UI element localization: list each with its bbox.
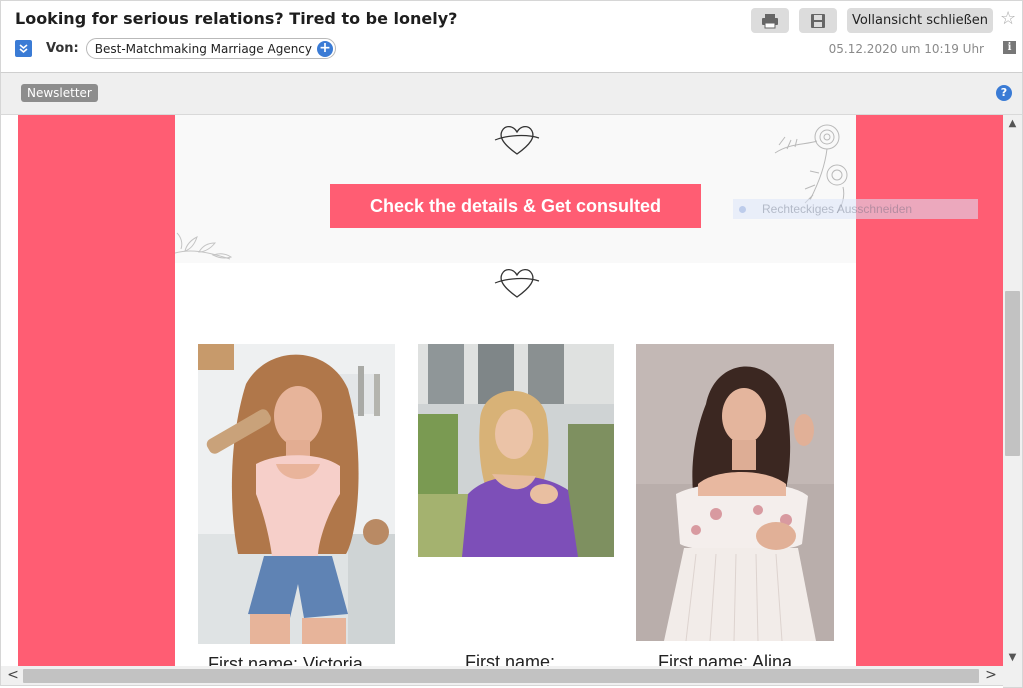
- star-outline-icon[interactable]: ☆: [1000, 9, 1016, 29]
- newsletter-body: Check the details & Get consulted First …: [175, 115, 856, 666]
- print-button[interactable]: [751, 8, 789, 33]
- email-content-viewport: Check the details & Get consulted First …: [0, 115, 1003, 666]
- sender-row: Von: Best-Matchmaking Marriage Agency +: [15, 38, 337, 59]
- vertical-scrollbar[interactable]: ▲ ▼: [1003, 115, 1023, 666]
- profile-photo[interactable]: [418, 344, 614, 557]
- sender-chip[interactable]: Best-Matchmaking Marriage Agency +: [85, 38, 337, 59]
- info-icon[interactable]: i: [1003, 41, 1016, 54]
- help-circle-icon[interactable]: ?: [996, 85, 1012, 101]
- tooltip-dot-icon: [739, 205, 746, 213]
- newsletter-tag[interactable]: Newsletter: [21, 84, 98, 102]
- cta-button[interactable]: Check the details & Get consulted: [330, 184, 701, 228]
- profile-photo[interactable]: [636, 344, 834, 641]
- save-button[interactable]: [799, 8, 837, 33]
- heart-icon: [494, 125, 540, 155]
- right-pink-border: [856, 115, 1003, 666]
- floppy-disk-icon: [811, 13, 825, 28]
- heart-icon: [494, 268, 540, 298]
- horizontal-scroll-thumb[interactable]: [23, 669, 979, 683]
- scroll-down-arrow-icon[interactable]: ▼: [1003, 649, 1022, 666]
- scroll-left-arrow-icon[interactable]: <: [5, 667, 21, 684]
- scroll-up-arrow-icon[interactable]: ▲: [1003, 115, 1022, 132]
- overlay-tooltip: Rechteckiges Ausschneiden: [733, 199, 978, 219]
- printer-icon: [762, 13, 778, 28]
- horizontal-scrollbar[interactable]: < >: [0, 666, 1003, 686]
- leaf-decoration-icon: [175, 232, 233, 260]
- overlay-tooltip-text: Rechteckiges Ausschneiden: [762, 202, 913, 216]
- header-banner-section: Check the details & Get consulted: [175, 115, 856, 263]
- scrollbar-corner: [1003, 666, 1023, 688]
- scroll-right-arrow-icon[interactable]: >: [983, 667, 999, 684]
- profile-name: First name: Victoria: [208, 654, 363, 666]
- message-header: Looking for serious relations? Tired to …: [0, 0, 1023, 73]
- plus-circle-icon[interactable]: +: [317, 40, 334, 57]
- profile-name: First name:: [465, 652, 556, 666]
- expand-chevron-icon[interactable]: [15, 40, 32, 57]
- left-pink-border: [18, 115, 175, 666]
- from-label: Von:: [46, 41, 79, 56]
- profile-photo[interactable]: [198, 344, 395, 644]
- vertical-scroll-thumb[interactable]: [1005, 291, 1020, 456]
- profile-name: First name: Alina: [658, 652, 793, 666]
- sender-name: Best-Matchmaking Marriage Agency: [94, 41, 313, 56]
- email-subject: Looking for serious relations? Tired to …: [15, 9, 458, 28]
- email-date: 05.12.2020 um 10:19 Uhr: [828, 42, 984, 56]
- tag-bar: Newsletter ?: [0, 73, 1023, 115]
- close-full-view-button[interactable]: Vollansicht schließen: [847, 8, 993, 33]
